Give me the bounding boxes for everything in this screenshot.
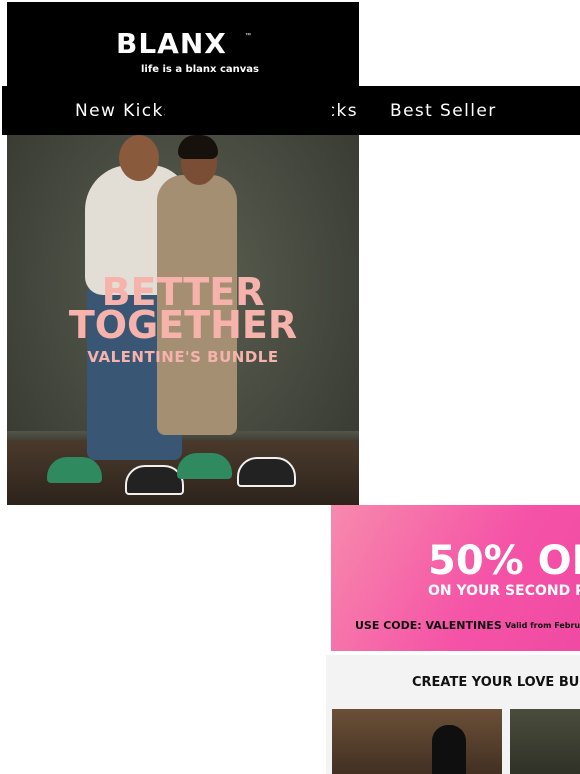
sneaker-black [237, 457, 296, 487]
product-thumbnail[interactable] [510, 709, 580, 774]
main-navigation: New Kicks Socks Best Seller [2, 86, 580, 135]
hero-title-line2: TOGETHER [68, 303, 298, 347]
nav-item-label: Socks [332, 101, 358, 121]
hero-banner[interactable]: BETTER TOGETHER VALENTINE'S BUNDLE [7, 135, 359, 505]
logo-header[interactable]: BLANX ™ life is a blanx canvas [7, 2, 359, 86]
bundle-title: CREATE YOUR LOVE BUNDLE [412, 675, 580, 690]
brand-logo: BLANX [116, 27, 227, 60]
sneaker-green [177, 453, 232, 479]
brand-tagline: life is a blanx canvas [141, 64, 259, 75]
product-thumbnail[interactable] [332, 709, 502, 774]
nav-item-label: New Kicks [75, 101, 165, 121]
black-sock-image [432, 725, 466, 774]
trademark-mark: ™ [245, 33, 251, 39]
nav-item-socks[interactable]: Socks [332, 86, 358, 135]
model-woman-hair [178, 135, 218, 159]
sneaker-black [125, 465, 184, 495]
bundle-section: CREATE YOUR LOVE BUNDLE [326, 655, 580, 774]
hero-subtitle: VALENTINE'S BUNDLE [87, 348, 279, 366]
sneaker-green [47, 457, 102, 483]
promo-headline: 50% OFF [428, 538, 580, 584]
promo-banner[interactable]: 50% OFF ON YOUR SECOND PAIR USE CODE: VA… [331, 505, 580, 651]
model-man-head [119, 135, 159, 181]
promo-validity: Valid from February [505, 621, 580, 630]
nav-item-new-kicks[interactable]: New Kicks [72, 86, 165, 135]
promo-subheadline: ON YOUR SECOND PAIR [428, 583, 580, 599]
promo-code: USE CODE: VALENTINES [355, 619, 502, 632]
nav-item-best-seller[interactable]: Best Seller [390, 101, 497, 121]
